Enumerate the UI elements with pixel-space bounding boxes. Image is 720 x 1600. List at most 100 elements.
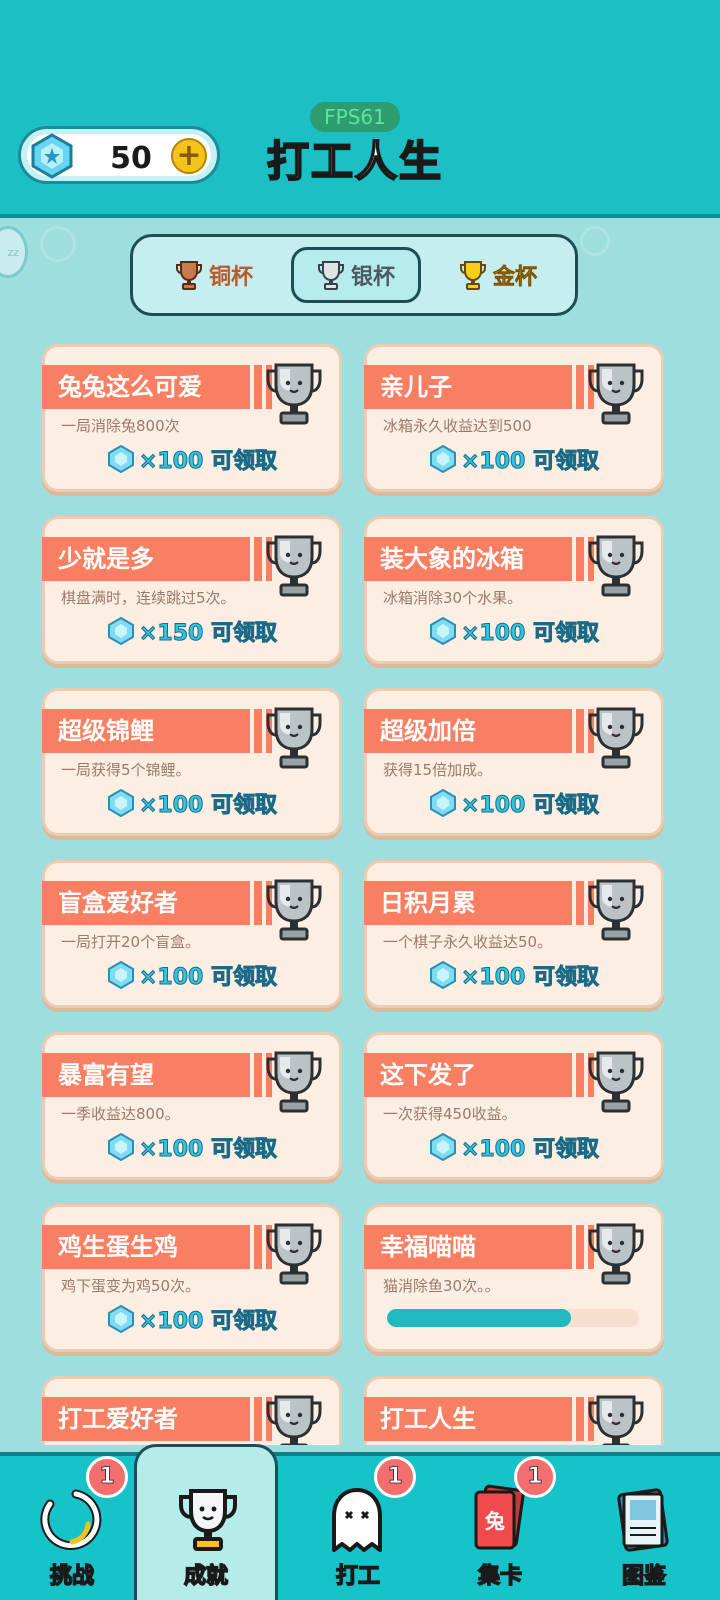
reward-label: ×100 可领取: [460, 793, 600, 819]
silver-trophy-icon: [266, 707, 322, 769]
reward-label: ×100 可领取: [460, 449, 600, 475]
achievement-title: 兔兔这么可爱: [42, 365, 272, 409]
reward-label: ×100 可领取: [138, 449, 278, 475]
achievement-desc: 冰箱消除30个水果。: [383, 589, 523, 607]
nav-collection-label: 图鉴: [621, 1563, 666, 1589]
nav-achievements-label: 成就: [183, 1563, 228, 1589]
sleep-bubble-button[interactable]: zz: [0, 226, 28, 278]
nav-work-label: 打工: [335, 1563, 380, 1589]
claim-reward-button[interactable]: ×150 可领取: [45, 615, 339, 647]
nav-work[interactable]: 1 打工: [286, 1456, 430, 1600]
claim-reward-button[interactable]: ×100 可领取: [367, 959, 661, 991]
bg-decor: [580, 226, 610, 256]
claim-reward-button[interactable]: ×100 可领取: [45, 1131, 339, 1163]
silver-trophy-icon: [266, 363, 322, 425]
achievement-title: 暴富有望: [42, 1053, 272, 1097]
top-bar: 50 + FPS61 打工人生: [0, 0, 720, 218]
reward-label: ×100 可领取: [138, 793, 278, 819]
achievement-card[interactable]: 鸡生蛋生鸡鸡下蛋变为鸡50次。 ×100 可领取: [42, 1204, 342, 1352]
achievement-title: 装大象的冰箱: [364, 537, 594, 581]
page-title: 打工人生: [266, 136, 443, 187]
silver-trophy-icon: [266, 1395, 322, 1445]
achievement-card[interactable]: 兔兔这么可爱 一局消除兔800次 ×100 可领取: [42, 344, 342, 492]
claim-reward-button[interactable]: ×100 可领取: [367, 787, 661, 819]
achievement-desc: 一季收益达800。: [61, 1105, 180, 1123]
achievement-card[interactable]: 超级锦鲤一局获得5个锦鲤。 ×100 可领取: [42, 688, 342, 836]
nav-cards[interactable]: 兔 1 集卡: [428, 1456, 572, 1600]
gem-icon: [31, 133, 73, 179]
claim-reward-button[interactable]: ×100 可领取: [367, 1131, 661, 1163]
tab-bronze[interactable]: 铜杯: [149, 247, 279, 303]
achievement-card[interactable]: 盲盒爱好者 一局打开20个盲盒。 ×100 可领取: [42, 860, 342, 1008]
achievement-desc: 一局打开20个盲盒。: [61, 933, 201, 951]
achievement-desc: 鸡下蛋变为鸡50次。: [61, 1277, 201, 1295]
achievement-desc: 获得15倍加成。: [383, 761, 493, 779]
tab-gold-label: 金杯: [492, 265, 538, 291]
achievement-card[interactable]: 暴富有望一季收益达800。 ×100 可领取: [42, 1032, 342, 1180]
achievement-card[interactable]: 少就是多棋盘满时，连续跳过5次。 ×150 可领取: [42, 516, 342, 664]
achievement-title: 这下发了: [364, 1053, 594, 1097]
nav-challenge[interactable]: 1 挑战: [0, 1456, 144, 1600]
tab-bronze-label: 铜杯: [208, 265, 253, 290]
reward-label: ×100 可领取: [138, 1309, 278, 1335]
claim-reward-button[interactable]: ×100 可领取: [45, 443, 339, 475]
silver-trophy-icon: [588, 535, 644, 597]
claim-reward-button[interactable]: ×100 可领取: [45, 959, 339, 991]
nav-achievements[interactable]: 成就: [134, 1444, 278, 1600]
reward-label: ×100 可领取: [460, 965, 600, 991]
silver-cup-icon: [317, 261, 344, 290]
gold-cup-icon: [459, 261, 486, 290]
claim-reward-button[interactable]: ×100 可领取: [45, 787, 339, 819]
silver-trophy-icon: [266, 1223, 322, 1285]
achievement-card[interactable]: 亲儿子 冰箱永久收益达到500 ×100 可领取: [364, 344, 664, 492]
progress-fill: [387, 1309, 571, 1327]
cup-tier-tabs: 铜杯 银杯 金杯: [130, 234, 578, 316]
achievement-desc: 棋盘满时，连续跳过5次。: [61, 589, 236, 607]
nav-cards-label: 集卡: [477, 1563, 522, 1589]
achievement-progress-bar: [387, 1309, 639, 1327]
ghost-icon: [332, 1488, 382, 1552]
achievement-desc: 一个棋子永久收益达50。: [383, 933, 553, 951]
add-gems-button[interactable]: +: [171, 138, 207, 174]
claim-reward-button[interactable]: ×100 可领取: [45, 1303, 339, 1335]
gem-icon: [429, 789, 456, 817]
nav-challenge-badge: 1: [86, 1456, 128, 1498]
tab-silver[interactable]: 银杯: [291, 247, 421, 303]
nav-work-badge: 1: [374, 1456, 416, 1498]
silver-trophy-icon: [588, 1051, 644, 1113]
achievement-list[interactable]: 兔兔这么可爱 一局消除兔800次 ×100 可领取 亲儿子 冰箱永久收益达到500 ×…: [0, 330, 720, 1445]
achievement-card[interactable]: 日积月累一个棋子永久收益达50。 ×100 可领取: [364, 860, 664, 1008]
achievement-title: 超级锦鲤: [42, 709, 272, 753]
achievement-title: 打工爱好者: [42, 1397, 272, 1441]
gem-icon: [107, 1133, 134, 1161]
claim-reward-button[interactable]: ×100 可领取: [367, 615, 661, 647]
tab-gold[interactable]: 金杯: [433, 247, 563, 303]
claim-reward-button[interactable]: ×100 可领取: [367, 443, 661, 475]
silver-trophy-icon: [266, 535, 322, 597]
achievement-title: 亲儿子: [364, 365, 594, 409]
achievement-title: 幸福喵喵: [364, 1225, 594, 1269]
gem-icon: [429, 445, 456, 473]
achievement-title: 鸡生蛋生鸡: [42, 1225, 272, 1269]
achievement-title: 日积月累: [364, 881, 594, 925]
gem-icon: [107, 961, 134, 989]
nav-collection[interactable]: 图鉴: [572, 1466, 716, 1600]
rabbit-card-text: 兔: [484, 1509, 505, 1533]
achievement-card[interactable]: 打工爱好者: [42, 1376, 342, 1445]
achievement-card[interactable]: 超级加倍 获得15倍加成。 ×100 可领取: [364, 688, 664, 836]
gem-icon: [429, 961, 456, 989]
achievement-card[interactable]: 幸福喵喵 猫消除鱼30次。。: [364, 1204, 664, 1352]
gem-icon: [107, 617, 134, 645]
gem-icon: [107, 1305, 134, 1333]
achievement-desc: 一局获得5个锦鲤。: [61, 761, 191, 779]
achievement-title: 打工人生: [364, 1397, 594, 1441]
reward-label: ×150 可领取: [138, 621, 278, 647]
achievement-card[interactable]: 打工人生: [364, 1376, 664, 1445]
achievement-title: 少就是多: [42, 537, 272, 581]
reward-label: ×100 可领取: [138, 965, 278, 991]
gem-balance[interactable]: 50 +: [18, 126, 220, 184]
achievement-desc: 一次获得450收益。: [383, 1105, 517, 1123]
silver-trophy-icon: [588, 879, 644, 941]
achievement-card[interactable]: 这下发了一次获得450收益。 ×100 可领取: [364, 1032, 664, 1180]
achievement-card[interactable]: 装大象的冰箱冰箱消除30个水果。 ×100 可领取: [364, 516, 664, 664]
